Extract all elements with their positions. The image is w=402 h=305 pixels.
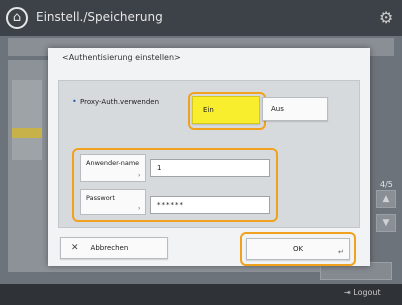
chevron-right-icon: › [138, 172, 141, 179]
cancel-button[interactable]: ✕ Abbrechen [60, 237, 168, 259]
page-title: Einstell./Speicherung [36, 10, 163, 24]
aus-button[interactable]: Aus [262, 97, 328, 121]
gear-icon[interactable]: ⚙ [379, 8, 393, 27]
logout-label: Logout [353, 288, 381, 297]
ok-button[interactable]: OK [246, 238, 350, 260]
enter-icon: ↵ [338, 248, 344, 256]
username-field[interactable]: 1 [150, 159, 270, 177]
password-field[interactable]: ****** [150, 196, 270, 214]
page-indicator: 4/5 [380, 180, 393, 189]
username-label-button[interactable]: Anwender-name [80, 154, 146, 182]
footer-bar [0, 284, 402, 305]
chevron-right-icon: › [138, 205, 141, 212]
logout-button[interactable]: ⇥ Logout [344, 288, 381, 297]
proxy-auth-label: Proxy-Auth.verwenden [80, 98, 160, 106]
home-icon[interactable]: ⌂ [6, 7, 28, 29]
logout-icon: ⇥ [344, 288, 351, 297]
scroll-up-button[interactable]: ▲ [376, 190, 396, 208]
ein-button[interactable]: Ein [192, 96, 260, 124]
background-list [12, 80, 42, 160]
password-label-button[interactable]: Passwort [80, 189, 146, 215]
close-icon: ✕ [71, 243, 79, 253]
cancel-label: Abbrechen [90, 244, 129, 252]
scroll-down-button[interactable]: ▼ [376, 214, 396, 232]
background-selected-item [12, 128, 42, 138]
bullet-icon: • [72, 97, 77, 106]
dialog-title: <Authentisierung einstellen> [62, 53, 181, 62]
